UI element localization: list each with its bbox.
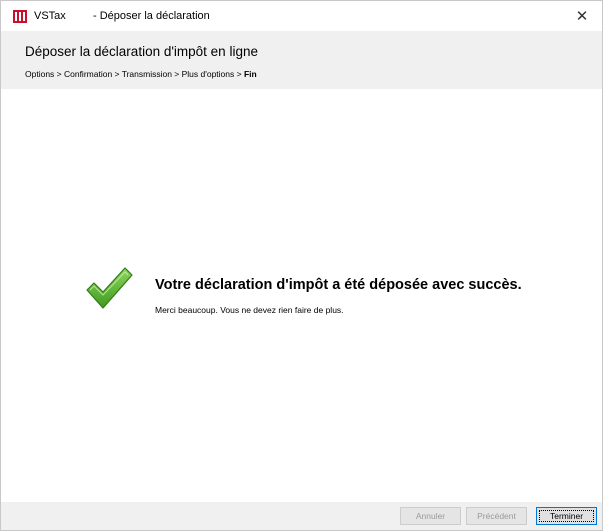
success-message: Merci beaucoup. Vous ne devez rien faire… (155, 305, 344, 315)
title-bar: VSTax - Déposer la déclaration ✕ (1, 1, 602, 31)
finish-button-label: Terminer (549, 511, 584, 521)
finish-button[interactable]: Terminer (536, 507, 597, 525)
breadcrumb-steps: Options > Confirmation > Transmission > … (25, 69, 244, 79)
success-title: Votre déclaration d'impôt a été déposée … (155, 277, 522, 293)
close-icon: ✕ (575, 8, 589, 25)
wizard-header: Déposer la déclaration d'impôt en ligne … (1, 31, 602, 89)
page-title: Déposer la déclaration d'impôt en ligne (25, 44, 258, 59)
breadcrumb: Options > Confirmation > Transmission > … (25, 69, 257, 79)
close-button[interactable]: ✕ (562, 1, 602, 31)
wizard-content: Votre déclaration d'impôt a été déposée … (1, 89, 602, 502)
previous-button[interactable]: Précédent (466, 507, 527, 525)
cancel-button[interactable]: Annuler (400, 507, 461, 525)
breadcrumb-current: Fin (243, 69, 257, 79)
window-title: - Déposer la déclaration (93, 10, 210, 22)
vstax-app-icon (13, 10, 27, 23)
checkmark-icon (86, 267, 133, 309)
dialog-window: VSTax - Déposer la déclaration ✕ Déposer… (0, 0, 603, 531)
wizard-footer: Annuler Précédent Terminer (1, 502, 602, 530)
app-name: VSTax (34, 10, 66, 22)
